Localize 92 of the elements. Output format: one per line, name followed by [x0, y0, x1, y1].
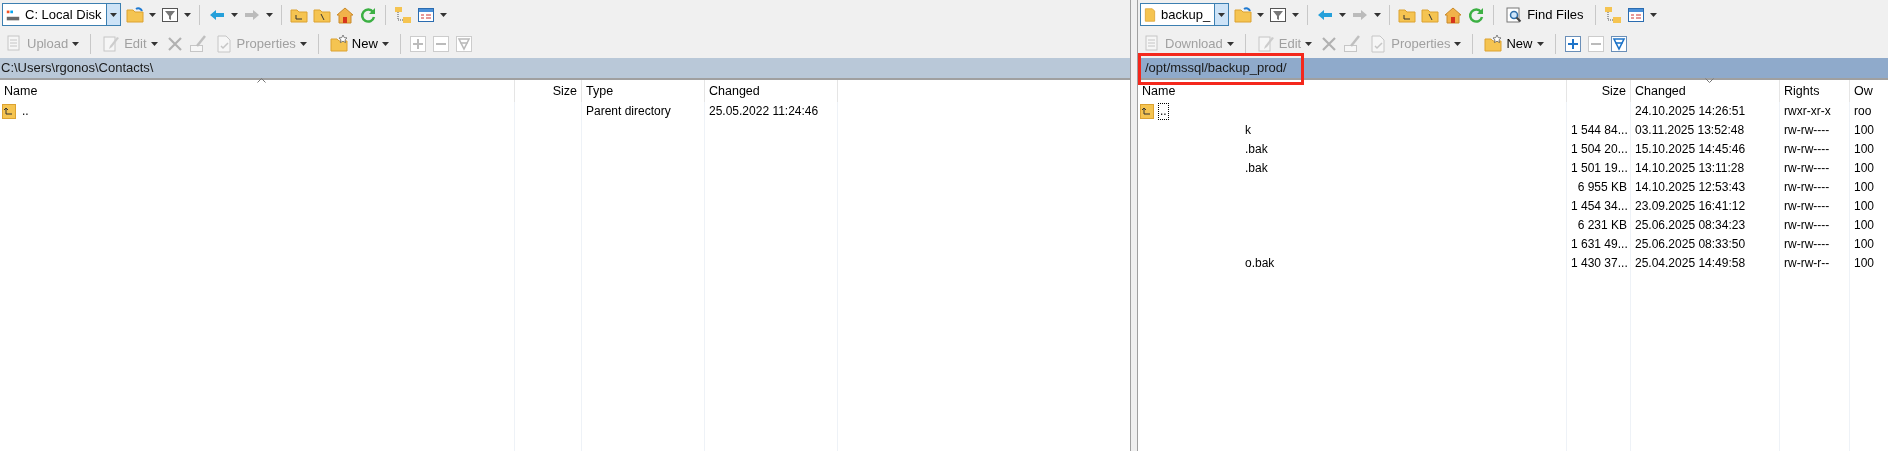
dropdown-caret-icon[interactable]	[1257, 12, 1265, 17]
refresh-icon[interactable]	[1467, 5, 1486, 24]
delete-icon[interactable]	[165, 34, 184, 53]
table-cell: rw-rw----	[1784, 123, 1830, 137]
new-folder-icon[interactable]	[1484, 34, 1503, 53]
find-files-button[interactable]: Find Files	[1502, 3, 1587, 26]
table-cell: roo	[1854, 104, 1872, 118]
table-cell: 24.10.2025 14:26:51	[1635, 104, 1746, 118]
table-cell: 15.10.2025 14:45:46	[1635, 142, 1746, 156]
table-cell: 25.06.2025 08:34:23	[1635, 218, 1746, 232]
table-cell: 100	[1854, 142, 1875, 156]
table-cell: 25.04.2025 14:49:58	[1635, 256, 1746, 270]
column-header[interactable]: Changed	[1631, 80, 1780, 102]
table-cell: 1 544 84...	[1571, 123, 1628, 137]
table-cell: 03.11.2025 13:52:48	[1635, 123, 1745, 137]
dropdown-caret-icon[interactable]	[381, 41, 389, 46]
dropdown-caret-icon[interactable]	[439, 12, 447, 17]
dropdown-caret-icon[interactable]	[1374, 12, 1382, 17]
table-cell: 1 631 49...	[1571, 237, 1628, 251]
drive-selector[interactable]: backup_	[1140, 3, 1230, 26]
column-header[interactable]: Type	[582, 80, 705, 102]
table-cell: 1 430 37...	[1571, 256, 1628, 270]
magnifier-icon[interactable]	[1505, 5, 1524, 24]
column-header[interactable]: Size	[1567, 80, 1631, 102]
dropdown-caret-icon[interactable]	[265, 12, 273, 17]
panel-splitter[interactable]	[1130, 0, 1138, 451]
refresh-icon[interactable]	[358, 5, 377, 24]
dropdown-caret-icon[interactable]	[1649, 12, 1657, 17]
table-cell: 6 231 KB	[1577, 218, 1627, 232]
table-cell: 14.10.2025 13:11:28	[1635, 161, 1745, 175]
filter-icon[interactable]	[160, 5, 179, 24]
new-button[interactable]: New	[1481, 32, 1547, 55]
columns-icon[interactable]	[416, 5, 435, 24]
file-name[interactable]: ..	[20, 103, 31, 120]
table-cell: 14.10.2025 12:53:43	[1635, 180, 1746, 194]
table-cell: 100	[1854, 199, 1875, 213]
table-cell: 23.09.2025 16:41:12	[1635, 199, 1746, 213]
folder-icon[interactable]	[1143, 5, 1157, 24]
file-name[interactable]: k	[1140, 122, 1253, 139]
file-name[interactable]: .bak	[1140, 160, 1270, 177]
tree-icon[interactable]	[1603, 5, 1622, 24]
column-header[interactable]: Name	[1138, 80, 1567, 102]
file-name[interactable]: .bak	[1140, 141, 1270, 158]
table-cell: 25.05.2022 11:24:46	[709, 104, 819, 118]
table-cell: Parent directory	[586, 104, 671, 118]
new-button[interactable]: New	[326, 32, 392, 55]
path-bar: /opt/mssql/backup_prod/	[1138, 58, 1888, 80]
file-name[interactable]: ..	[1158, 103, 1169, 120]
filter-icon[interactable]	[1269, 5, 1288, 24]
new-folder-icon[interactable]	[329, 34, 348, 53]
table-cell: rw-rw----	[1784, 161, 1830, 175]
column-header[interactable]: Size	[515, 80, 582, 102]
table-cell: 6 955 KB	[1577, 180, 1627, 194]
table-cell: 100	[1854, 256, 1875, 270]
table-cell: rw-rw-r--	[1784, 256, 1830, 270]
column-header[interactable]: Rights	[1780, 80, 1850, 102]
path-bar: C:\Users\rgonos\Contacts\	[0, 58, 1130, 80]
tree-icon[interactable]	[393, 5, 412, 24]
column-header[interactable]: Changed	[705, 80, 838, 102]
columns-icon[interactable]	[1626, 5, 1645, 24]
table-cell: rw-rw----	[1784, 218, 1830, 232]
table-cell: rw-rw----	[1784, 237, 1830, 251]
table-cell: 100	[1854, 237, 1875, 251]
dropdown-caret-icon[interactable]	[1292, 12, 1300, 17]
home-icon[interactable]	[1444, 5, 1463, 24]
table-cell: rwxr-xr-x	[1784, 104, 1831, 118]
table-cell: 100	[1854, 218, 1875, 232]
column-header[interactable]: Ow	[1850, 80, 1888, 102]
delete-icon[interactable]	[1320, 34, 1339, 53]
column-header[interactable]: Name	[0, 80, 515, 102]
table-cell: 100	[1854, 123, 1875, 137]
drive-selector[interactable]: C: Local Disk	[2, 3, 121, 26]
dropdown-caret-icon[interactable]	[183, 12, 191, 17]
plus-icon[interactable]	[1563, 34, 1582, 53]
dropdown-caret-icon[interactable]	[109, 12, 117, 17]
table-cell: 1 501 19...	[1571, 161, 1628, 175]
table-cell: rw-rw----	[1784, 180, 1830, 194]
table-cell: 100	[1854, 161, 1875, 175]
table-cell: 25.06.2025 08:33:50	[1635, 237, 1746, 251]
dropdown-caret-icon[interactable]	[148, 12, 156, 17]
filter-select-icon[interactable]	[1609, 34, 1628, 53]
table-cell: 1 454 34...	[1571, 199, 1628, 213]
home-icon[interactable]	[335, 5, 354, 24]
dropdown-caret-icon[interactable]	[230, 12, 238, 17]
dropdown-caret-icon[interactable]	[1218, 12, 1226, 17]
table-cell: 100	[1854, 180, 1875, 194]
dropdown-caret-icon[interactable]	[1339, 12, 1347, 17]
file-name[interactable]: o.bak	[1140, 255, 1277, 272]
table-cell: rw-rw----	[1784, 142, 1830, 156]
dropdown-caret-icon[interactable]	[1536, 41, 1544, 46]
table-cell: rw-rw----	[1784, 199, 1830, 213]
table-cell: 1 504 20...	[1571, 142, 1628, 156]
